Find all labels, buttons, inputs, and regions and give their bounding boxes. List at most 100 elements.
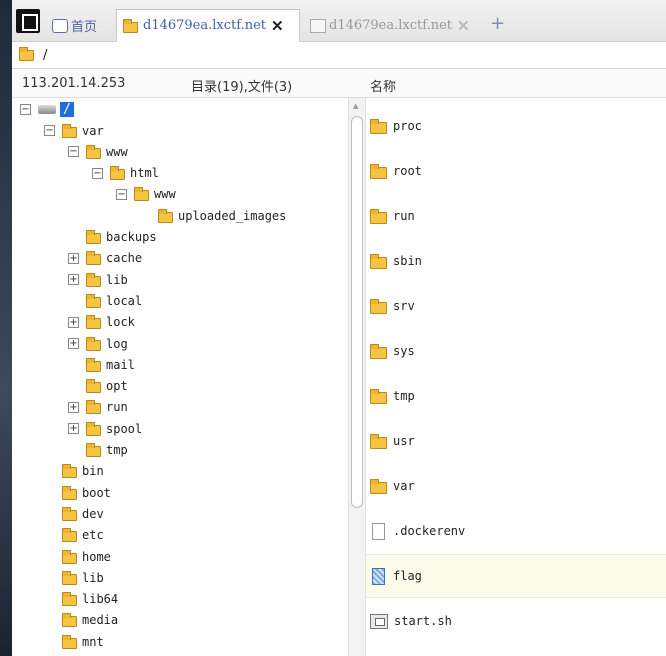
file-row[interactable]: .dockerenv — [366, 509, 666, 553]
tree-item[interactable]: + lib — [68, 269, 128, 290]
file-row[interactable]: usr — [366, 419, 666, 463]
file-row[interactable]: run — [366, 194, 666, 238]
file-row[interactable]: srv — [366, 284, 666, 328]
tree-item[interactable]: bin — [62, 461, 104, 482]
tree-item-label[interactable]: backups — [106, 230, 157, 244]
file-row[interactable]: start.sh — [366, 599, 666, 643]
scrollbar-thumb[interactable] — [351, 116, 363, 508]
tree-item-label[interactable]: media — [82, 613, 118, 627]
tab-active-site[interactable]: d14679ea.lxctf.net ✕ — [116, 9, 300, 42]
tree-item[interactable]: mail — [86, 354, 135, 375]
scroll-up-icon[interactable]: ▲ — [353, 102, 358, 110]
file-row[interactable]: proc — [366, 104, 666, 148]
tree-item[interactable]: boot — [62, 482, 111, 503]
tree-root[interactable]: − / — [20, 99, 74, 120]
tree-item-label[interactable]: mail — [106, 358, 135, 372]
tree-item-label[interactable]: bin — [82, 464, 104, 478]
collapse-icon[interactable]: − — [20, 104, 31, 115]
expand-icon[interactable]: + — [68, 274, 79, 286]
tree-item[interactable]: local — [86, 290, 142, 311]
tree-item[interactable]: home — [62, 546, 111, 567]
close-icon[interactable]: ✕ — [457, 17, 470, 35]
tree-item-label[interactable]: opt — [106, 379, 128, 393]
tree-item[interactable]: mnt — [62, 631, 104, 652]
tree-item[interactable]: media — [62, 610, 118, 631]
app-logo-button[interactable] — [16, 9, 40, 33]
file-name[interactable]: run — [393, 209, 415, 223]
tree-item[interactable]: + log — [68, 333, 128, 354]
address-path[interactable]: / — [43, 48, 47, 63]
expand-icon[interactable]: + — [68, 423, 79, 435]
expand-icon[interactable]: + — [68, 252, 79, 264]
tab-home[interactable]: 首页 — [46, 9, 114, 42]
file-name[interactable]: start.sh — [394, 614, 452, 628]
tree-item-label[interactable]: cache — [106, 251, 142, 265]
tree-item-label[interactable]: lib — [106, 273, 128, 287]
file-name[interactable]: var — [393, 479, 415, 493]
tree-item-label[interactable]: www — [154, 187, 176, 201]
file-row[interactable]: tmp — [366, 374, 666, 418]
collapse-icon[interactable]: − — [44, 125, 55, 136]
file-name[interactable]: srv — [393, 299, 415, 313]
tree-item-label[interactable]: log — [106, 337, 128, 351]
tree-item[interactable]: dev — [62, 503, 104, 524]
tree-item[interactable]: etc — [62, 525, 104, 546]
tree-item-label[interactable]: local — [106, 294, 142, 308]
tree-item-label[interactable]: var — [82, 124, 104, 138]
tree-scrollbar[interactable]: ▲ — [348, 98, 366, 656]
tree-item[interactable]: + lock — [68, 312, 135, 333]
file-name[interactable]: .dockerenv — [393, 524, 465, 538]
tree-item-label[interactable]: lib64 — [82, 592, 118, 606]
tree-item-label[interactable]: run — [106, 400, 128, 414]
file-name[interactable]: usr — [393, 434, 415, 448]
tab-inactive-site[interactable]: d14679ea.lxctf.net ✕ — [304, 9, 486, 42]
expand-icon[interactable]: + — [68, 401, 79, 413]
file-name[interactable]: sbin — [393, 254, 422, 268]
tree-item-label[interactable]: html — [130, 166, 159, 180]
tree-root-label[interactable]: / — [60, 102, 74, 117]
tree-item-label[interactable]: spool — [106, 422, 142, 436]
close-icon[interactable]: ✕ — [271, 17, 284, 35]
tree-item-label[interactable]: etc — [82, 528, 104, 542]
column-header-name[interactable]: 名称 — [370, 76, 396, 95]
file-row[interactable]: flag — [366, 554, 666, 598]
tree-item-label[interactable]: home — [82, 550, 111, 564]
file-row[interactable]: sys — [366, 329, 666, 373]
file-name[interactable]: root — [393, 164, 422, 178]
tree-item[interactable]: lib — [62, 567, 104, 588]
tree-item[interactable]: uploaded_images — [158, 205, 286, 226]
expand-icon[interactable]: + — [68, 338, 79, 349]
add-tab-button[interactable]: + — [490, 13, 505, 34]
tree-item-label[interactable]: www — [106, 145, 128, 159]
tree-item[interactable]: opt — [86, 376, 128, 397]
expand-icon[interactable]: + — [68, 316, 79, 328]
file-name[interactable]: sys — [393, 344, 415, 358]
tree-item[interactable]: − www — [116, 184, 176, 205]
file-row[interactable]: sbin — [366, 239, 666, 283]
tree-item[interactable]: backups — [86, 227, 157, 248]
tree-item[interactable]: lib64 — [62, 589, 118, 610]
tree-item-label[interactable]: lock — [106, 315, 135, 329]
collapse-icon[interactable]: − — [68, 146, 79, 158]
file-name[interactable]: proc — [393, 119, 422, 133]
file-name[interactable]: flag — [393, 569, 422, 583]
address-bar[interactable]: / — [12, 43, 666, 69]
file-row[interactable]: root — [366, 149, 666, 193]
tree-item[interactable]: tmp — [86, 440, 128, 461]
tree-item-label[interactable]: dev — [82, 507, 104, 521]
collapse-icon[interactable]: − — [116, 188, 127, 200]
file-row[interactable]: var — [366, 464, 666, 508]
tree-item[interactable]: − var — [44, 120, 104, 141]
collapse-icon[interactable]: − — [92, 167, 103, 179]
file-name[interactable]: tmp — [393, 389, 415, 403]
tree-item-label[interactable]: boot — [82, 486, 111, 500]
tree-item[interactable]: + cache — [68, 248, 142, 269]
tree-item-label[interactable]: uploaded_images — [178, 209, 286, 223]
tree-item[interactable]: − html — [92, 163, 159, 184]
tree-item-label[interactable]: tmp — [106, 443, 128, 457]
tree-item[interactable]: − www — [68, 141, 128, 162]
tree-item[interactable]: + run — [68, 397, 128, 418]
tree-item-label[interactable]: lib — [82, 571, 104, 585]
tree-item[interactable]: + spool — [68, 418, 142, 439]
tree-item-label[interactable]: mnt — [82, 635, 104, 649]
